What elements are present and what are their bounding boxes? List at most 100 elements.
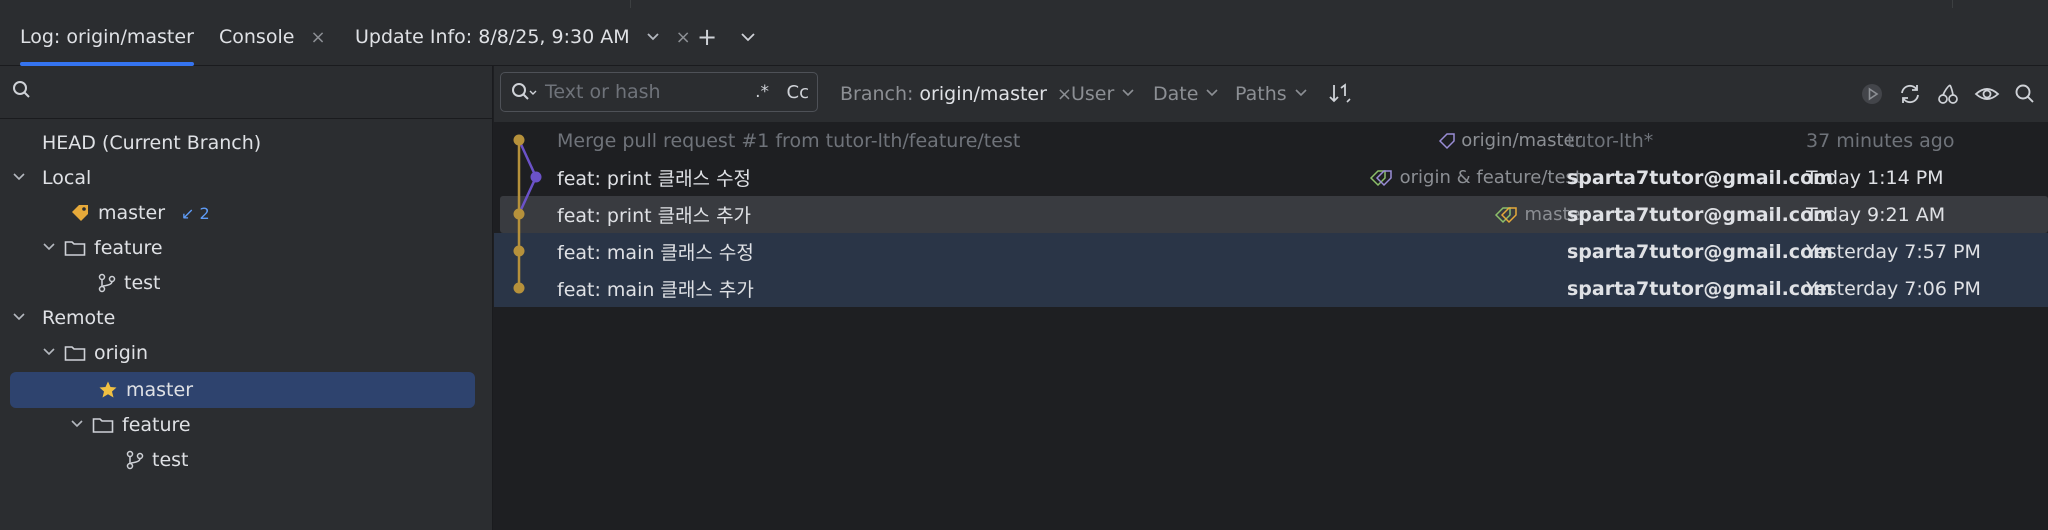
tree-item-label: feature [122, 414, 191, 436]
commit-search-input[interactable]: Text or hash .* Cc [500, 72, 818, 112]
graph-node [513, 245, 525, 257]
commit-date: Today 1:14 PM [1806, 166, 1944, 189]
date-filter[interactable]: Date [1153, 66, 1218, 122]
tree-item-origin[interactable]: origin [42, 336, 148, 370]
log-panel: Text or hash .* Cc Branch: origin/master… [494, 66, 2048, 530]
tree-item-local-feature[interactable]: feature [42, 231, 163, 265]
tree-item-label: Remote [42, 307, 116, 329]
graph-node [530, 171, 542, 183]
graph-node [513, 208, 525, 220]
tree-item-head[interactable]: HEAD (Current Branch) [42, 126, 261, 160]
tree-item-origin-feature[interactable]: feature [70, 408, 191, 442]
commit-message: feat: main 클래스 수정 [557, 242, 754, 264]
regex-toggle[interactable]: .* [755, 82, 769, 102]
tree-item-origin-master[interactable]: master [98, 373, 193, 407]
eye-icon[interactable] [1974, 66, 2000, 122]
commit-row[interactable]: feat: print 클래스 수정 origin & feature/test… [494, 159, 2048, 196]
commit-row[interactable]: feat: main 클래스 추가 sparta7tutor@gmail.com… [494, 270, 2048, 307]
chevron-down-icon[interactable] [740, 8, 756, 66]
commit-author: tutor-lth* [1567, 129, 1654, 152]
chevron-down-icon [1295, 86, 1307, 102]
tree-item-local-test[interactable]: test [98, 266, 161, 300]
cherry-pick-icon[interactable] [1936, 66, 1960, 122]
incoming-commits-badge: ↙ 2 [181, 203, 210, 223]
tool-window-tabbar: Log: origin/master Console × Update Info… [0, 8, 2048, 66]
tree-item-label: test [152, 449, 189, 471]
close-icon[interactable]: × [676, 27, 691, 48]
branch-icon [126, 450, 144, 470]
close-icon[interactable]: × [310, 27, 325, 48]
tree-item-label: test [124, 272, 161, 294]
tab-log[interactable]: Log: origin/master [20, 8, 194, 66]
branch-icon [98, 273, 116, 293]
ref-label: origin/master [1461, 130, 1582, 151]
commit-author: sparta7tutor@gmail.com [1567, 203, 1833, 226]
tree-item-label: Local [42, 167, 92, 189]
selected-row-highlight [10, 372, 475, 408]
commit-refs: origin/master [1437, 122, 1582, 159]
user-filter[interactable]: User [1071, 66, 1134, 122]
date-filter-label: Date [1153, 83, 1199, 105]
tags-icon [1493, 205, 1519, 225]
tree-item-local[interactable]: Local [12, 161, 91, 195]
tab-update-info[interactable]: Update Info: 8/8/25, 9:30 AM × [355, 8, 691, 66]
log-toolbar: Text or hash .* Cc Branch: origin/master… [494, 66, 2048, 122]
commit-author: sparta7tutor@gmail.com [1567, 277, 1833, 300]
tree-item-label: master [126, 379, 194, 401]
tree-item-origin-test[interactable]: test [126, 443, 189, 477]
commit-date: Yesterday 7:57 PM [1806, 240, 1981, 263]
graph-node [513, 282, 525, 294]
plus-icon[interactable]: + [697, 8, 717, 66]
top-divider [1952, 0, 1953, 8]
tree-item-remote[interactable]: Remote [12, 301, 115, 335]
paths-filter[interactable]: Paths [1235, 66, 1307, 122]
commit-date: 37 minutes ago [1806, 129, 1955, 152]
chevron-down-icon[interactable] [70, 416, 92, 434]
search-icon[interactable] [12, 80, 32, 105]
divider [0, 118, 493, 119]
commit-message: feat: main 클래스 추가 [557, 279, 754, 301]
chevron-down-icon [1206, 86, 1218, 102]
commit-date: Yesterday 7:06 PM [1806, 277, 1981, 300]
folder-icon [64, 344, 86, 362]
commit-graph [513, 134, 542, 294]
sort-icon[interactable] [1328, 66, 1352, 122]
tab-label: Console [219, 26, 295, 48]
commit-row[interactable]: feat: print 클래스 추가 master sparta7tutor@g… [500, 196, 2048, 233]
chevron-down-icon[interactable] [42, 344, 64, 362]
paths-filter-label: Paths [1235, 83, 1287, 105]
star-icon [98, 380, 118, 400]
match-case-toggle[interactable]: Cc [787, 82, 809, 103]
tab-label: Log: origin/master [20, 26, 194, 48]
graph-node [513, 134, 525, 146]
tab-label: Update Info: 8/8/25, 9:30 AM [355, 26, 630, 48]
play-icon[interactable] [1860, 66, 1884, 122]
commit-message: feat: print 클래스 수정 [557, 168, 752, 190]
commit-author: sparta7tutor@gmail.com [1567, 240, 1833, 263]
tree-item-label: HEAD (Current Branch) [42, 132, 262, 154]
commit-row[interactable]: Merge pull request #1 from tutor-lth/fea… [494, 122, 2048, 159]
folder-icon [64, 239, 86, 257]
tag-icon [70, 203, 90, 223]
tag-outline-icon [1437, 131, 1457, 151]
refresh-icon[interactable] [1898, 66, 1922, 122]
search-icon[interactable] [2014, 66, 2036, 122]
commit-author: sparta7tutor@gmail.com [1567, 166, 1833, 189]
tree-item-label: master [98, 202, 166, 224]
commit-row[interactable]: feat: main 클래스 수정 sparta7tutor@gmail.com… [494, 233, 2048, 270]
chevron-down-icon[interactable] [646, 28, 660, 47]
close-icon[interactable]: × [1057, 84, 1072, 105]
chevron-down-icon[interactable] [12, 309, 34, 327]
user-filter-label: User [1071, 83, 1115, 105]
branch-filter[interactable]: Branch: origin/master × [840, 66, 1072, 122]
tab-console[interactable]: Console × [219, 8, 326, 66]
tree-item-local-master[interactable]: master ↙ 2 [70, 196, 210, 230]
chevron-down-icon[interactable] [12, 169, 34, 187]
branch-filter-label: Branch: [840, 83, 914, 105]
commit-message: feat: print 클래스 추가 [557, 205, 752, 227]
folder-icon [92, 416, 114, 434]
tree-item-label: origin [94, 342, 149, 364]
chevron-down-icon[interactable] [42, 239, 64, 257]
commit-date: Today 9:21 AM [1806, 203, 1946, 226]
branch-filter-value: origin/master [919, 83, 1047, 105]
